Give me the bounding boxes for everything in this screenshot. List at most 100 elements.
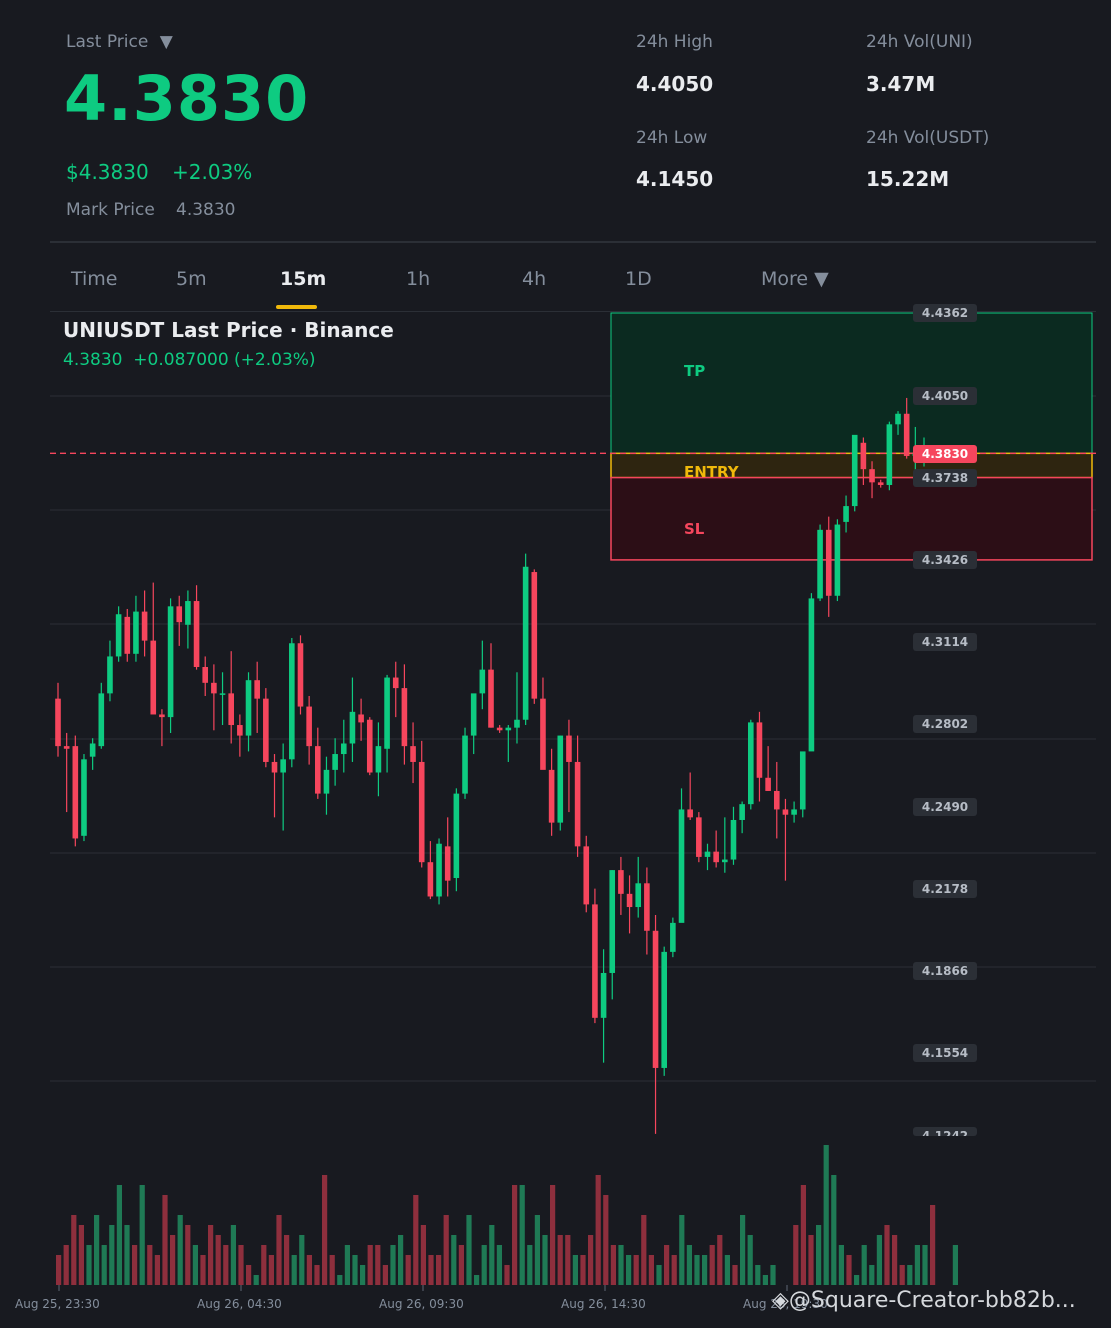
volume-bar <box>177 1215 183 1285</box>
volume-bar <box>420 1225 426 1285</box>
volume-bar <box>238 1245 244 1285</box>
volume-bar <box>398 1235 404 1285</box>
sl-zone <box>610 476 1093 561</box>
candle-body <box>557 735 564 823</box>
candle-body <box>600 972 607 1018</box>
volume-bar <box>382 1265 388 1285</box>
candle-body <box>730 819 737 860</box>
volume-bar <box>740 1215 746 1285</box>
candle-body <box>514 719 520 728</box>
candle-body <box>635 883 642 908</box>
candle-body <box>609 870 616 973</box>
axis-label: 4.4362 <box>913 304 977 322</box>
volume-bar <box>762 1275 768 1285</box>
volume-bar <box>747 1235 753 1285</box>
candle-body <box>704 851 711 857</box>
candle-body <box>618 870 624 894</box>
candle-body <box>332 754 338 770</box>
volume-bar <box>185 1225 191 1285</box>
volume-bar <box>557 1235 563 1285</box>
volume-bar <box>246 1265 252 1285</box>
candle-body <box>522 566 529 720</box>
candle-body <box>851 434 858 507</box>
candle-body <box>652 930 659 1068</box>
candle-body <box>644 883 650 931</box>
candle-body <box>566 735 572 762</box>
candle-body <box>756 722 763 778</box>
candle-body <box>72 746 79 839</box>
volume-bar <box>922 1245 928 1285</box>
candle-body <box>159 714 165 718</box>
candle-body <box>141 611 148 641</box>
candle-body <box>107 656 113 694</box>
volume-bar <box>869 1265 875 1285</box>
candle-body <box>791 809 797 815</box>
volume-bar <box>755 1265 761 1285</box>
volume-bar <box>215 1235 221 1285</box>
volume-bar <box>732 1265 738 1285</box>
volume-bar <box>223 1245 229 1285</box>
candle-body <box>531 572 538 699</box>
volume-bar <box>170 1235 176 1285</box>
candle-body <box>315 746 321 794</box>
volume-bar <box>800 1185 806 1285</box>
candle-body <box>479 669 486 694</box>
volume-bar <box>276 1215 282 1285</box>
candle-body <box>384 677 390 749</box>
candle-body <box>748 722 754 805</box>
candle-body <box>349 711 356 744</box>
candle-body <box>271 761 278 773</box>
current-price-tag: 4.3830 <box>913 445 977 463</box>
volume-bar <box>466 1215 472 1285</box>
volume-bar <box>831 1175 837 1285</box>
volume-bar <box>914 1245 920 1285</box>
volume-bar <box>116 1185 122 1285</box>
candle-body <box>133 611 139 654</box>
volume-bar <box>253 1275 259 1285</box>
axis-label: 4.2802 <box>913 715 977 733</box>
candle-body <box>808 598 815 752</box>
candle-body <box>903 413 910 456</box>
volume-bar <box>572 1255 578 1285</box>
candle-body <box>869 469 875 483</box>
volume-bar <box>489 1225 495 1285</box>
volume-bar <box>610 1245 616 1285</box>
candle-body <box>401 688 408 747</box>
chart-title: UNIUSDT Last Price · Binance <box>63 318 394 342</box>
volume-bar <box>686 1245 692 1285</box>
date-label: Aug 26, 14:30 <box>561 1297 646 1311</box>
candle-body <box>574 761 581 847</box>
volume-bar <box>892 1235 898 1285</box>
volume-bar <box>284 1235 290 1285</box>
volume-bar <box>71 1215 77 1285</box>
volume-bar <box>139 1185 145 1285</box>
candle-body <box>470 693 477 736</box>
volume-bar <box>367 1245 373 1285</box>
volume-bar <box>329 1255 335 1285</box>
candle-body <box>98 693 105 747</box>
volume-bar <box>626 1255 632 1285</box>
sl-label: SL <box>684 520 705 538</box>
axis-label: 4.1554 <box>913 1044 977 1062</box>
candle-body <box>289 643 295 760</box>
volume-bar <box>702 1255 708 1285</box>
axis-label: 4.2490 <box>913 798 977 816</box>
candle-body <box>392 677 399 689</box>
volume-bar <box>200 1255 206 1285</box>
volume-bar <box>390 1245 396 1285</box>
candle-body <box>496 727 503 731</box>
candle-body <box>799 751 806 810</box>
candle-body <box>254 680 260 699</box>
axis-label: 4.2178 <box>913 880 977 898</box>
binance-logo-icon: ◈ <box>772 1288 789 1313</box>
candle-body <box>886 424 893 485</box>
candle-body <box>124 616 131 654</box>
volume-bar <box>451 1235 457 1285</box>
candle-body <box>678 809 685 923</box>
volume-bar <box>717 1235 723 1285</box>
candle-body <box>418 761 425 863</box>
candle-body <box>193 601 200 667</box>
candle-body <box>843 506 849 522</box>
candle-body <box>280 759 286 773</box>
candle-body <box>115 614 122 657</box>
